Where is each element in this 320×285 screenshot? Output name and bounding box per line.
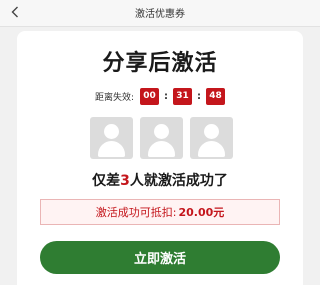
need-count: 3 xyxy=(120,173,130,189)
countdown-hours: 00 xyxy=(140,87,160,105)
avatar-slot xyxy=(140,117,183,159)
page-title: 激活优惠券 xyxy=(135,9,185,20)
need-suffix: 人就激活成功了 xyxy=(129,173,228,189)
deduct-label: 激活成功可抵扣: xyxy=(95,206,177,219)
deduct-banner: 激活成功可抵扣: 20.00元 xyxy=(40,199,280,225)
invitee-avatars xyxy=(90,117,233,159)
activate-now-button[interactable]: 立即激活 xyxy=(40,241,280,274)
nav-header: 激活优惠券 xyxy=(0,0,320,27)
deduct-amount: 20.00元 xyxy=(178,206,225,219)
countdown-timer: 距离失效: 00 : 31 : 48 xyxy=(17,87,303,105)
remaining-invites-text: 仅差3人就激活成功了 xyxy=(17,170,303,190)
countdown-seconds: 48 xyxy=(206,87,226,105)
activation-card: 分享后激活 距离失效: 00 : 31 : 48 仅差3人就激活成功了 激活成功… xyxy=(17,31,303,285)
card-title: 分享后激活 xyxy=(102,51,218,76)
countdown-minutes: 31 xyxy=(173,87,193,105)
countdown-separator: : xyxy=(197,90,202,102)
avatar-slot xyxy=(90,117,133,159)
avatar-slot xyxy=(190,117,233,159)
need-prefix: 仅差 xyxy=(92,173,121,189)
countdown-label: 距离失效: xyxy=(94,92,135,103)
countdown-separator: : xyxy=(164,90,169,102)
